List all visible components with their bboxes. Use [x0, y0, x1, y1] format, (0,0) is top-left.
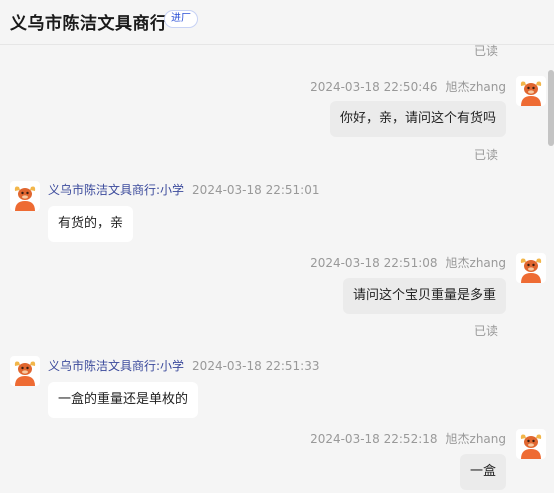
message-bubble[interactable]: 一盒 [459, 454, 506, 490]
avatar[interactable] [516, 253, 546, 283]
sender-name: 旭杰zhang [445, 432, 506, 446]
message-time: 2024-03-18 22:51:08 [310, 256, 438, 270]
shop-badge[interactable]: 进厂 [164, 10, 198, 28]
message-meta: 2024-03-18 22:52:18 旭杰zhang [310, 430, 506, 447]
bull-mascot-icon [10, 356, 40, 386]
avatar[interactable] [516, 429, 546, 459]
shop-title: 义乌市陈洁文具商行 [10, 14, 168, 34]
sender-name: 旭杰zhang [445, 80, 506, 94]
message-bubble[interactable]: 有货的，亲 [48, 206, 134, 242]
read-status: 已读 [473, 148, 498, 162]
bull-mascot-icon [516, 429, 546, 459]
message-bubble[interactable]: 一盒的重量还是单枚的 [48, 382, 199, 418]
avatar[interactable] [10, 356, 40, 386]
sender-name: 义乌市陈洁文具商行:小学 [48, 183, 185, 197]
message-meta: 2024-03-18 22:51:08 旭杰zhang [310, 254, 506, 271]
avatar[interactable] [516, 76, 546, 106]
scrollbar[interactable] [548, 70, 554, 146]
read-status: 已读 [473, 44, 498, 58]
bull-mascot-icon [10, 181, 40, 211]
message-time: 2024-03-18 22:51:33 [192, 359, 320, 373]
message-bubble[interactable]: 请问这个宝贝重量是多重 [342, 278, 506, 314]
message-meta: 义乌市陈洁文具商行:小学 2024-03-18 22:51:01 [48, 181, 320, 198]
avatar[interactable] [10, 181, 40, 211]
message-meta: 2024-03-18 22:50:46 旭杰zhang [310, 78, 506, 95]
message-time: 2024-03-18 22:51:01 [192, 183, 320, 197]
bull-mascot-icon [516, 253, 546, 283]
sender-name: 旭杰zhang [445, 256, 506, 270]
message-bubble[interactable]: 你好，亲，请问这个有货吗 [329, 101, 506, 137]
message-meta: 义乌市陈洁文具商行:小学 2024-03-18 22:51:33 [48, 357, 320, 374]
read-status: 已读 [473, 324, 498, 338]
bull-mascot-icon [516, 76, 546, 106]
message-time: 2024-03-18 22:50:46 [310, 80, 438, 94]
sender-name: 义乌市陈洁文具商行:小学 [48, 359, 185, 373]
message-time: 2024-03-18 22:52:18 [310, 432, 438, 446]
chat-header: 义乌市陈洁文具商行 进厂 [0, 0, 554, 45]
